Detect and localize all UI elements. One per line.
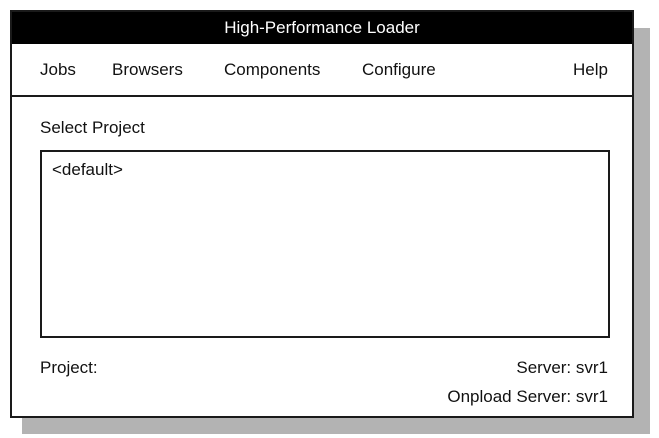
hpl-window: High-Performance Loader Jobs Browsers Co… xyxy=(10,10,634,418)
menu-bar: Jobs Browsers Components Configure Help xyxy=(12,44,632,97)
window-title-bar: High-Performance Loader xyxy=(12,12,632,44)
menu-components[interactable]: Components xyxy=(224,60,320,80)
menu-jobs[interactable]: Jobs xyxy=(40,60,76,80)
project-label: Project: xyxy=(40,358,98,377)
project-listbox[interactable]: <default> xyxy=(40,150,610,338)
menu-configure[interactable]: Configure xyxy=(362,60,436,80)
menu-help[interactable]: Help xyxy=(573,60,608,80)
project-list-item-default[interactable]: <default> xyxy=(52,160,123,180)
menu-browsers[interactable]: Browsers xyxy=(112,60,183,80)
server-label: Server: svr1 xyxy=(516,358,608,377)
window-title: High-Performance Loader xyxy=(224,18,420,37)
onpload-server-label: Onpload Server: svr1 xyxy=(447,387,608,406)
select-project-label: Select Project xyxy=(40,118,145,137)
